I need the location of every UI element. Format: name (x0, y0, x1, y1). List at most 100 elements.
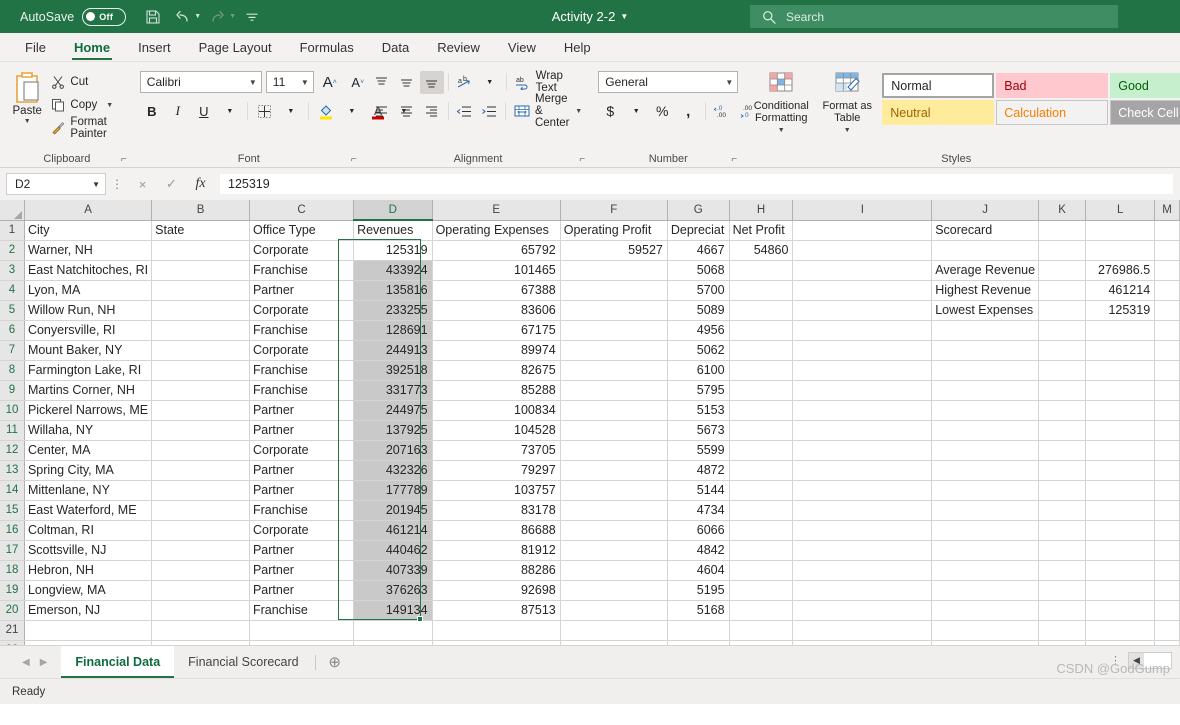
cell-B16[interactable] (151, 520, 250, 541)
cell-M20[interactable] (1154, 600, 1180, 621)
cell-A3[interactable]: East Natchitoches, RI (24, 260, 153, 281)
cell-M12[interactable] (1154, 440, 1180, 461)
cell-K14[interactable] (1038, 480, 1087, 501)
merge-center-button[interactable]: Merge & Center ▼ (510, 93, 586, 129)
cell-H9[interactable] (729, 380, 794, 401)
cell-M1[interactable] (1154, 220, 1180, 241)
cell-B15[interactable] (151, 500, 250, 521)
number-format-chevron-down-icon[interactable]: ▼ (725, 78, 733, 87)
cell-C12[interactable]: Corporate (249, 440, 355, 461)
cell-C15[interactable]: Franchise (249, 500, 355, 521)
cell-B20[interactable] (151, 600, 250, 621)
cell-L17[interactable] (1085, 540, 1156, 561)
cell-E21[interactable] (432, 620, 561, 641)
cell-H19[interactable] (729, 580, 794, 601)
cell-I10[interactable] (792, 400, 933, 421)
tab-file[interactable]: File (12, 37, 59, 61)
cell-C18[interactable]: Partner (249, 560, 355, 581)
cell-H5[interactable] (729, 300, 794, 321)
cell-K6[interactable] (1038, 320, 1087, 341)
cell-J17[interactable] (931, 540, 1040, 561)
cell-E7[interactable]: 89974 (432, 340, 561, 361)
cell-H12[interactable] (729, 440, 794, 461)
cell-L5[interactable]: 125319 (1085, 300, 1156, 321)
cell-F12[interactable] (560, 440, 668, 461)
cell-I13[interactable] (792, 460, 933, 481)
column-header-A[interactable]: A (24, 200, 153, 221)
align-right-icon[interactable] (420, 100, 444, 123)
percent-style-icon[interactable]: % (650, 100, 674, 123)
cell-H1[interactable]: Net Profit (729, 220, 794, 241)
cell-M5[interactable] (1154, 300, 1180, 321)
tab-data[interactable]: Data (369, 37, 422, 61)
cell-M21[interactable] (1154, 620, 1180, 641)
tab-review[interactable]: Review (424, 37, 493, 61)
row-header-8[interactable]: 8 (0, 360, 25, 381)
cell-A15[interactable]: East Waterford, ME (24, 500, 153, 521)
cell-B5[interactable] (151, 300, 250, 321)
cell-A16[interactable]: Coltman, RI (24, 520, 153, 541)
cell-E14[interactable]: 103757 (432, 480, 561, 501)
font-name-chevron-down-icon[interactable]: ▼ (249, 78, 257, 87)
cell-F9[interactable] (560, 380, 668, 401)
cell-A18[interactable]: Hebron, NH (24, 560, 153, 581)
cell-F10[interactable] (560, 400, 668, 421)
cell-J19[interactable] (931, 580, 1040, 601)
cell-B1[interactable]: State (151, 220, 250, 241)
cell-I2[interactable] (792, 240, 933, 261)
cell-L19[interactable] (1085, 580, 1156, 601)
cell-L2[interactable] (1085, 240, 1156, 261)
cell-I8[interactable] (792, 360, 933, 381)
orientation-icon[interactable]: ab (453, 71, 477, 94)
formula-input[interactable]: 125319 (219, 173, 1174, 195)
column-header-M[interactable]: M (1154, 200, 1180, 221)
copy-button[interactable]: Copy ▼ (48, 95, 127, 115)
font-name-combo[interactable]: Calibri ▼ (139, 71, 262, 93)
cell-E6[interactable]: 67175 (432, 320, 561, 341)
cell-C13[interactable]: Partner (249, 460, 355, 481)
cell-F11[interactable] (560, 420, 668, 441)
row-header-15[interactable]: 15 (0, 500, 25, 521)
cell-L16[interactable] (1085, 520, 1156, 541)
column-header-G[interactable]: G (667, 200, 730, 221)
cell-L14[interactable] (1085, 480, 1156, 501)
cell-H21[interactable] (729, 620, 794, 641)
align-middle-icon[interactable] (395, 71, 419, 94)
cell-F19[interactable] (560, 580, 668, 601)
cell-J18[interactable] (931, 560, 1040, 581)
cell-M11[interactable] (1154, 420, 1180, 441)
cell-K21[interactable] (1038, 620, 1087, 641)
borders-chevron-down-icon[interactable]: ▼ (279, 100, 303, 123)
cell-A21[interactable] (24, 620, 153, 641)
cell-F3[interactable] (560, 260, 668, 281)
cell-H7[interactable] (729, 340, 794, 361)
cell-A13[interactable]: Spring City, MA (24, 460, 153, 481)
cell-C1[interactable]: Office Type (249, 220, 355, 241)
cell-D11[interactable]: 137925 (353, 420, 433, 441)
cell-C16[interactable]: Corporate (249, 520, 355, 541)
cell-F21[interactable] (560, 620, 668, 641)
cell-L18[interactable] (1085, 560, 1156, 581)
cell-K4[interactable] (1038, 280, 1087, 301)
underline-button[interactable]: U (192, 100, 216, 123)
cell-J13[interactable] (931, 460, 1040, 481)
cell-F7[interactable] (560, 340, 668, 361)
cell-L12[interactable] (1085, 440, 1156, 461)
cell-E3[interactable]: 101465 (432, 260, 561, 281)
tab-insert[interactable]: Insert (125, 37, 184, 61)
paste-button[interactable]: Paste ▼ (6, 66, 48, 125)
cell-style-check-cell[interactable]: Check Cell (1110, 100, 1180, 125)
cell-K16[interactable] (1038, 520, 1087, 541)
cell-B18[interactable] (151, 560, 250, 581)
clipboard-dialog-launcher-icon[interactable]: ⌐ (118, 154, 130, 166)
cell-E5[interactable]: 83606 (432, 300, 561, 321)
align-bottom-icon[interactable] (419, 70, 444, 94)
cell-G2[interactable]: 4667 (667, 240, 730, 261)
cell-G5[interactable]: 5089 (667, 300, 730, 321)
cell-M18[interactable] (1154, 560, 1180, 581)
cell-E9[interactable]: 85288 (432, 380, 561, 401)
cell-M6[interactable] (1154, 320, 1180, 341)
copy-chevron-down-icon[interactable]: ▼ (106, 102, 113, 109)
italic-button[interactable]: I (166, 100, 190, 123)
cell-M19[interactable] (1154, 580, 1180, 601)
